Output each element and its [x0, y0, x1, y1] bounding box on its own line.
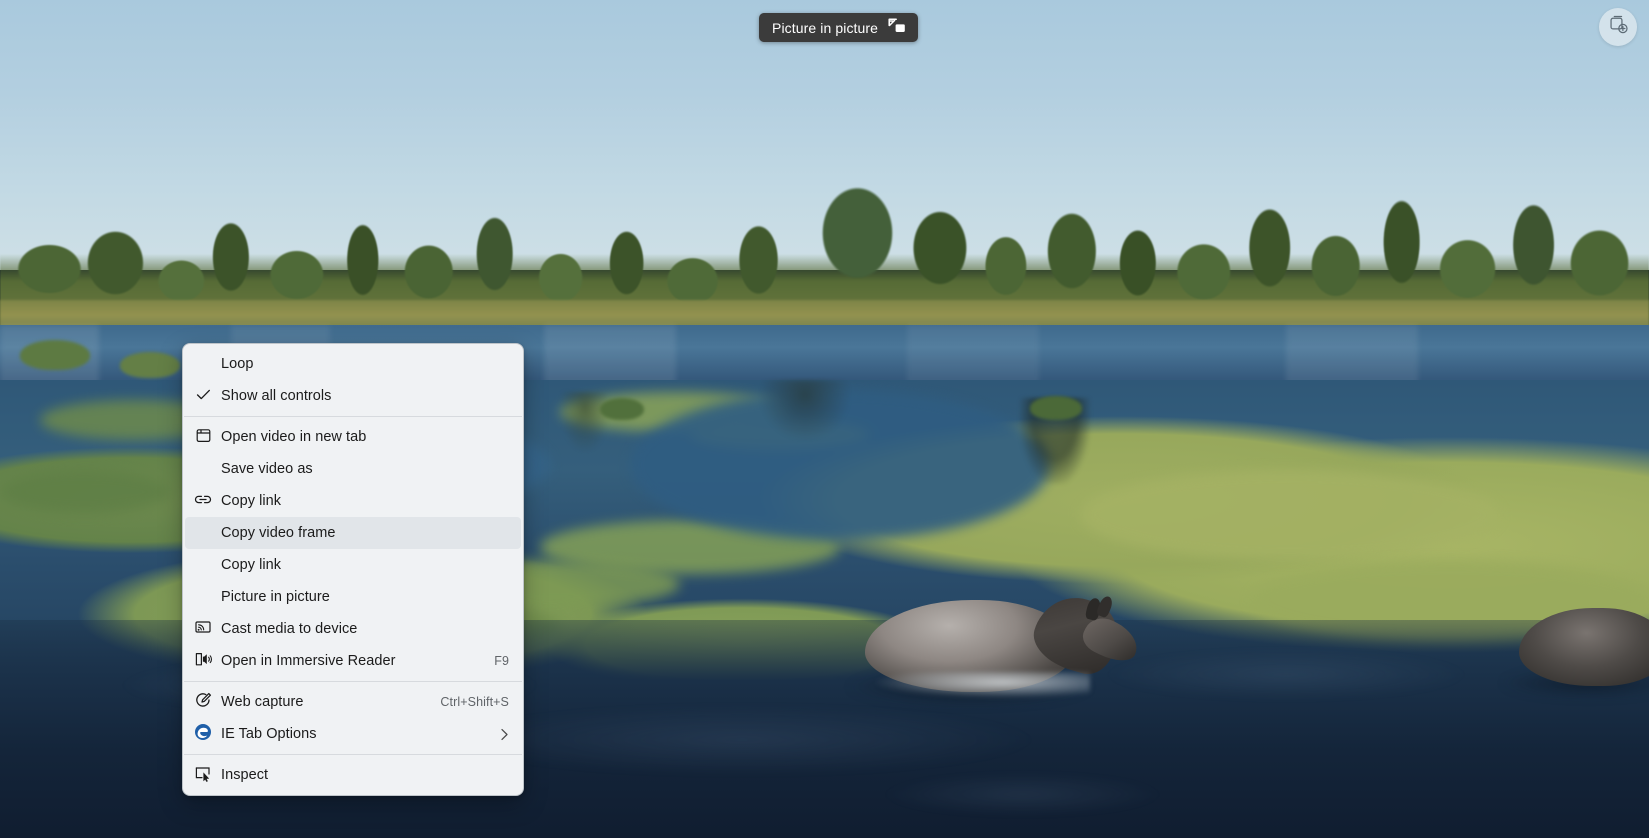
grass-tuft [600, 398, 644, 420]
menu-item-picture-in-picture[interactable]: Picture in picture [185, 581, 521, 613]
immersive-reader-icon-slot [185, 651, 221, 672]
cast-icon [194, 619, 212, 639]
collections-add-button[interactable] [1599, 8, 1637, 46]
screen: Picture in picture Loop Show all controls… [0, 0, 1649, 838]
menu-item-label: Loop [221, 356, 254, 372]
menu-item-ie-tab-options[interactable]: IE Tab Options [185, 718, 521, 750]
edge-logo-icon-slot [185, 723, 221, 745]
menu-item-inspect[interactable]: Inspect [185, 759, 521, 791]
menu-separator [184, 754, 522, 755]
menu-item-label: Open video in new tab [221, 429, 367, 445]
menu-item-label: Open in Immersive Reader [221, 653, 396, 669]
inspect-icon [194, 765, 212, 786]
collections-add-icon [1608, 14, 1629, 40]
chevron-right-icon [493, 728, 509, 741]
menu-item-cast-media[interactable]: Cast media to device [185, 613, 521, 645]
algae-patch [0, 470, 170, 514]
edge-logo-icon [194, 723, 212, 745]
inspect-icon-slot [185, 765, 221, 786]
menu-item-label: Copy link [221, 557, 282, 573]
menu-item-copy-link-2[interactable]: Copy link [185, 549, 521, 581]
menu-item-copy-video-frame[interactable]: Copy video frame [185, 517, 521, 549]
menu-item-label: Cast media to device [221, 621, 358, 637]
menu-separator [184, 416, 522, 417]
menu-item-shortcut: F9 [494, 654, 509, 668]
grass-tuft [20, 340, 90, 370]
video-context-menu[interactable]: Loop Show all controls Open video in new t… [182, 343, 524, 796]
link-icon-slot [185, 491, 221, 512]
menu-item-label: Copy link [221, 493, 282, 509]
cast-icon-slot [185, 619, 221, 639]
new-tab-icon-slot [185, 427, 221, 448]
menu-item-label: Save video as [221, 461, 313, 477]
grass-tuft [1030, 396, 1082, 420]
menu-item-label: Show all controls [221, 388, 332, 404]
menu-separator [184, 681, 522, 682]
algae-patch [1080, 470, 1500, 560]
menu-item-immersive-reader[interactable]: Open in Immersive Reader F9 [185, 645, 521, 677]
menu-item-web-capture[interactable]: Web capture Ctrl+Shift+S [185, 686, 521, 718]
menu-item-copy-link-1[interactable]: Copy link [185, 485, 521, 517]
menu-item-label: Inspect [221, 767, 269, 783]
picture-in-picture-tooltip-label: Picture in picture [772, 19, 879, 36]
tree-reflection [560, 392, 610, 452]
web-capture-icon-slot [185, 691, 221, 713]
grass-tuft [120, 352, 180, 378]
menu-item-label: IE Tab Options [221, 726, 317, 742]
checkmark-icon [195, 386, 212, 407]
menu-item-label: Copy video frame [221, 525, 336, 541]
horse [845, 580, 1145, 706]
menu-item-label: Web capture [221, 694, 304, 710]
tree-reflection [760, 380, 850, 440]
picture-in-picture-tooltip[interactable]: Picture in picture [759, 13, 919, 42]
link-icon [194, 491, 212, 512]
checkmark-icon-slot [185, 386, 221, 407]
immersive-reader-icon [194, 651, 213, 672]
picture-in-picture-icon [888, 18, 906, 37]
menu-item-show-all-controls[interactable]: Show all controls [185, 380, 521, 412]
web-capture-icon [194, 691, 212, 713]
menu-item-shortcut: Ctrl+Shift+S [440, 695, 509, 709]
menu-item-save-video-as[interactable]: Save video as [185, 453, 521, 485]
water-splash [875, 672, 1090, 698]
new-tab-icon [195, 427, 212, 448]
menu-item-open-video-new-tab[interactable]: Open video in new tab [185, 421, 521, 453]
menu-item-loop[interactable]: Loop [185, 348, 521, 380]
menu-item-label: Picture in picture [221, 589, 330, 605]
